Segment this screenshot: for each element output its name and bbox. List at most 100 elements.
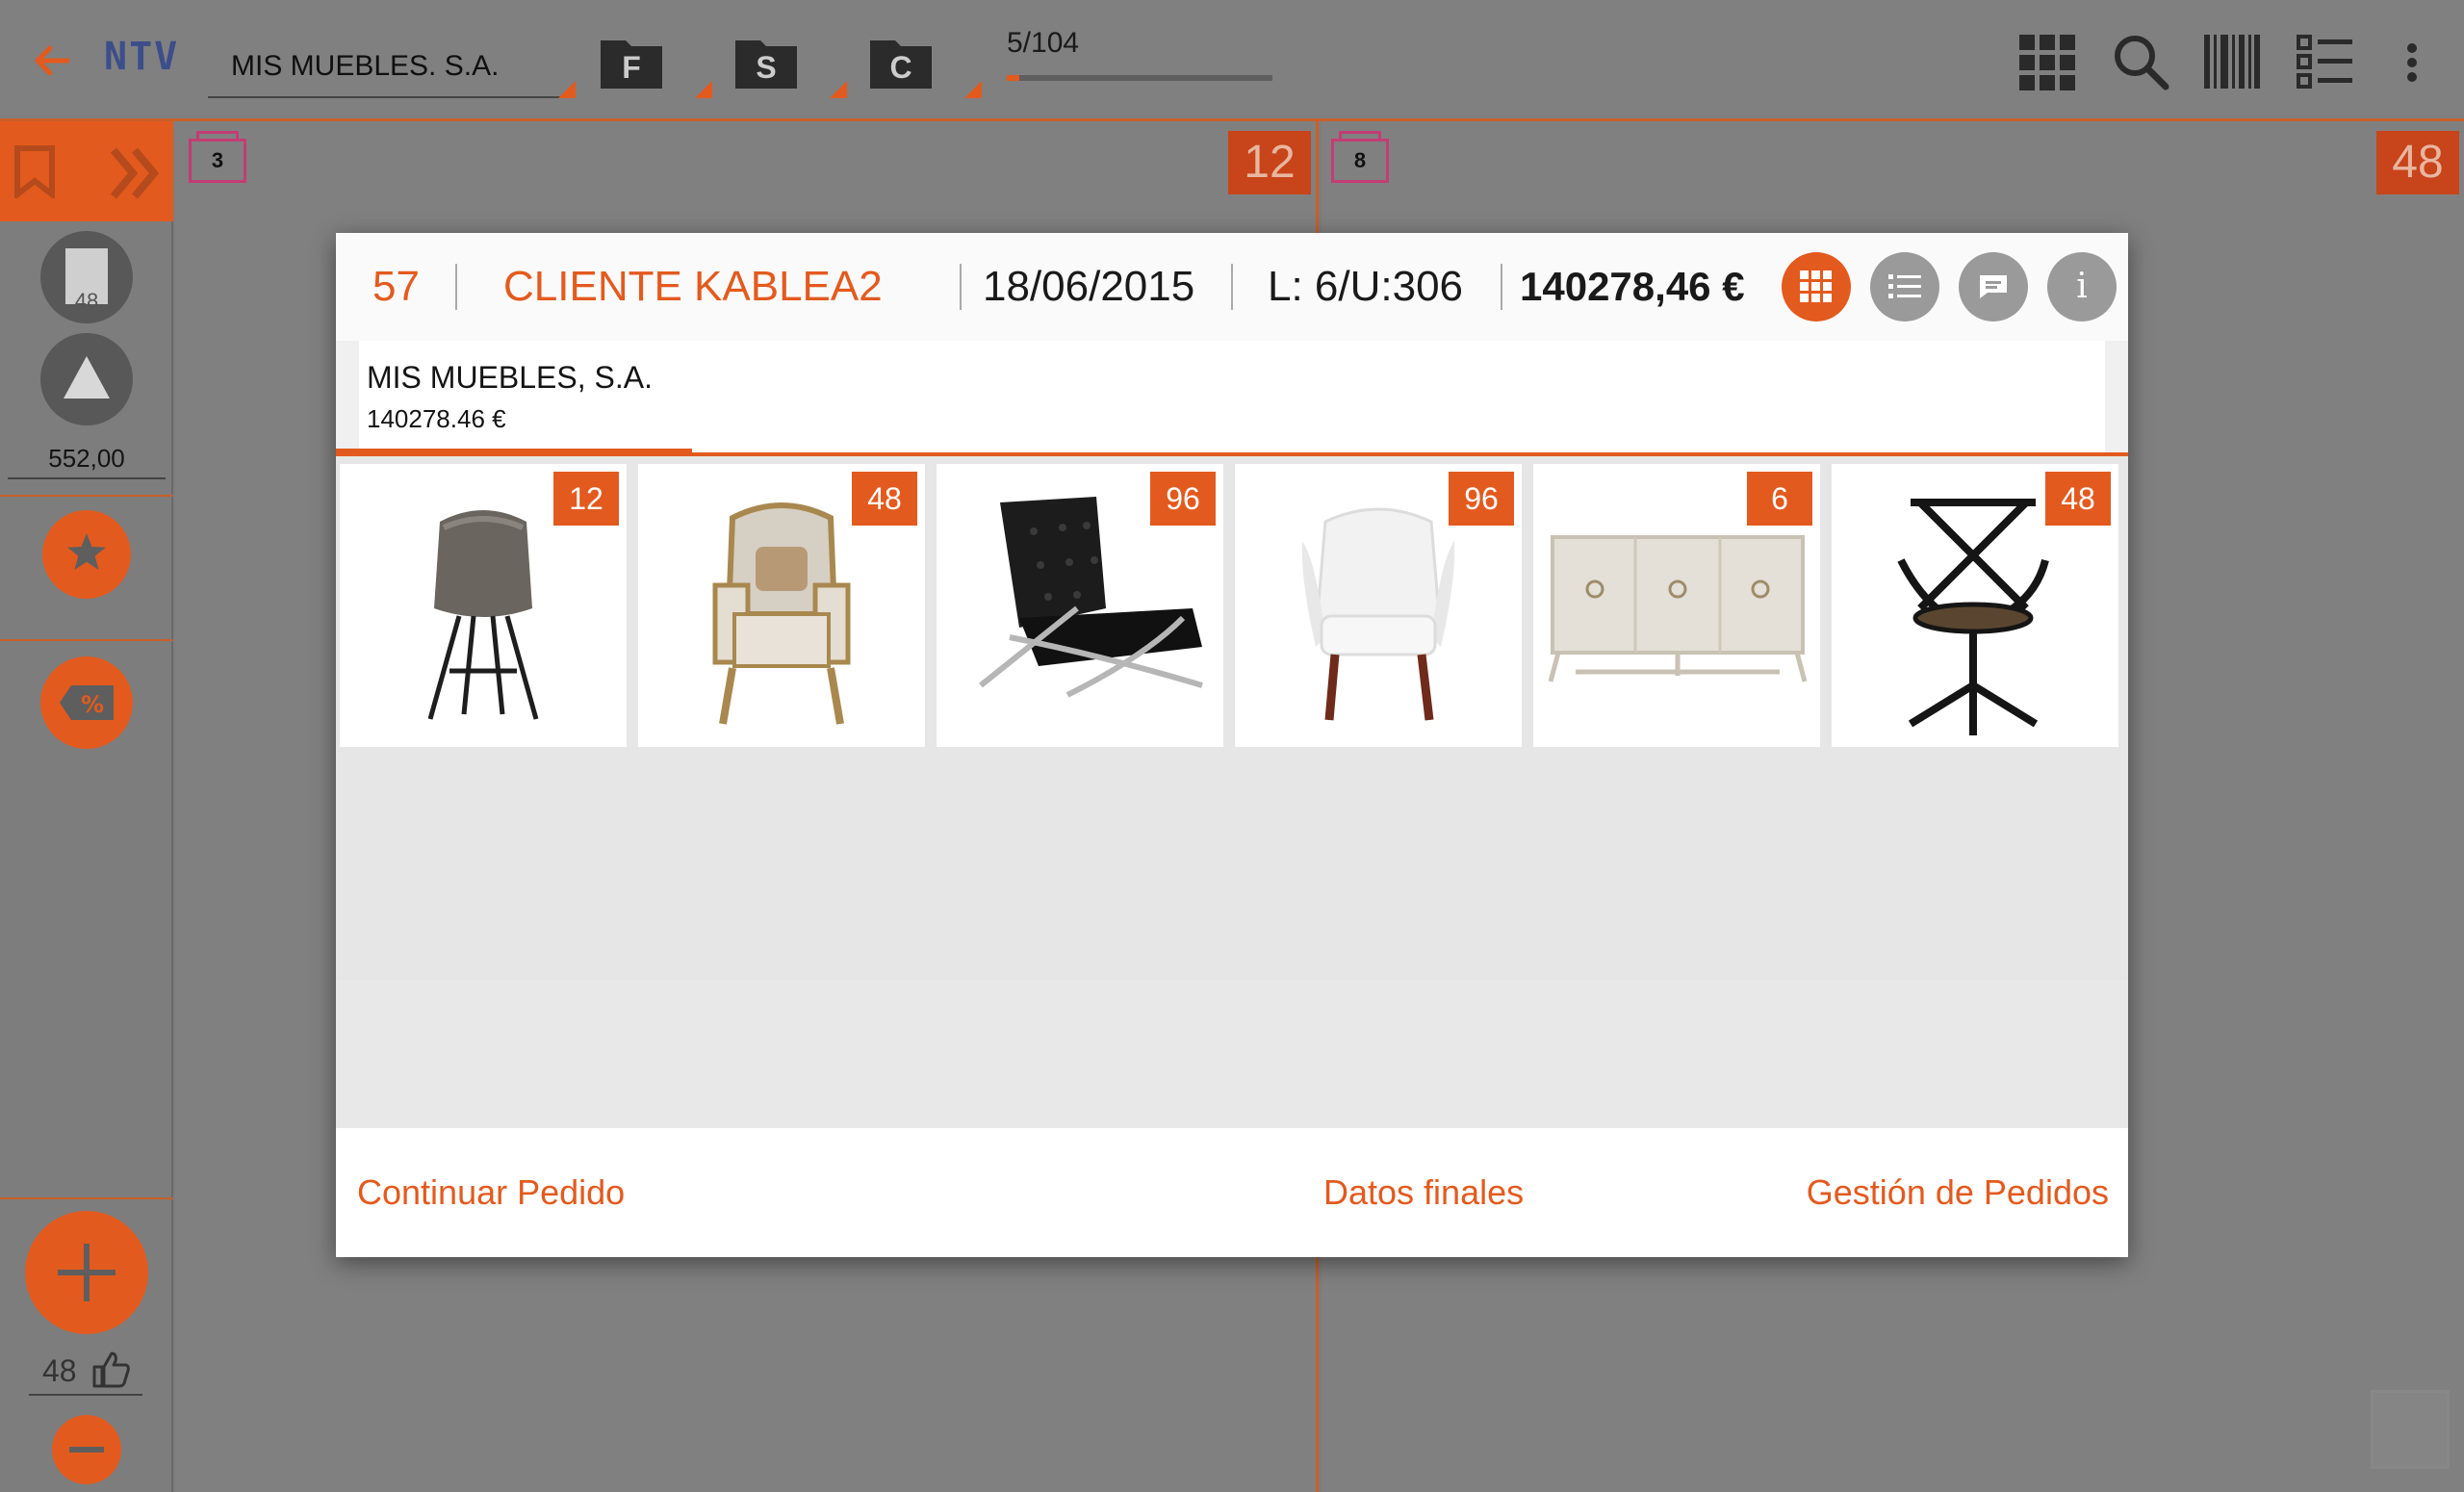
- armchair-image: [1301, 507, 1455, 721]
- divider: [1501, 264, 1502, 310]
- price-value: 552,00: [8, 439, 166, 479]
- order-summary-dialog: 57 CLIENTE KABLEA2 18/06/2015 L: 6/U:306…: [336, 233, 2128, 1257]
- notes-button[interactable]: [1959, 252, 2028, 322]
- product-thumbnail[interactable]: 6: [1533, 464, 1820, 747]
- divider: [0, 1197, 173, 1199]
- company-summary: MIS MUEBLES, S.A. 140278.46 €: [336, 341, 2128, 456]
- order-actions: Continuar Pedido Datos finales Gestión d…: [336, 1128, 2128, 1257]
- item-quantity-badge: 48: [2045, 472, 2111, 526]
- info-icon: i: [2076, 267, 2088, 306]
- order-lines-units: L: 6/U:306: [1268, 263, 1464, 310]
- folder-c-button[interactable]: C: [870, 37, 932, 89]
- liked-counter: 48: [29, 1346, 142, 1396]
- sideboard-image: [1548, 535, 1808, 682]
- item-quantity-badge: 48: [852, 472, 917, 526]
- discount-tag-icon: %: [60, 685, 114, 720]
- minus-icon: [69, 1447, 104, 1453]
- order-client: CLIENTE KABLEA2: [503, 263, 883, 310]
- page-quantity-badge: 48: [2376, 131, 2459, 194]
- folder-label: S: [756, 50, 777, 85]
- item-quantity-badge: 6: [1747, 472, 1812, 526]
- folder-f-button[interactable]: F: [601, 37, 662, 89]
- item-quantity-badge: 96: [1150, 472, 1216, 526]
- note-icon: [1980, 275, 2007, 298]
- liked-count: 48: [42, 1353, 77, 1388]
- item-quantity-badge: 96: [1449, 472, 1514, 526]
- right-scroll-handle[interactable]: [2105, 341, 2128, 452]
- top-toolbar: NTV MIS MUEBLES. S.A. F S C 5/104: [0, 0, 2464, 121]
- star-icon: [67, 533, 106, 570]
- product-thumbnail[interactable]: 96: [1235, 464, 1522, 747]
- list-icon: [1888, 274, 1921, 298]
- continue-order-button[interactable]: Continuar Pedido: [357, 1128, 625, 1257]
- divider: [0, 639, 173, 641]
- scroll-up-button[interactable]: [40, 333, 133, 425]
- order-number: 57: [372, 263, 420, 310]
- dropdown-corner-icon: [695, 81, 712, 98]
- folder-label: C: [889, 50, 912, 85]
- swivel-chair-image: [1897, 499, 2049, 735]
- product-thumbnail[interactable]: 48: [1832, 464, 2118, 747]
- discount-button[interactable]: %: [40, 656, 133, 749]
- page-progress-fill: [1007, 75, 1020, 81]
- client-select[interactable]: MIS MUEBLES. S.A.: [208, 44, 574, 98]
- left-scroll-handle[interactable]: [336, 341, 359, 452]
- dropdown-corner-icon: [558, 81, 576, 98]
- page-quantity-badge: 12: [1228, 131, 1311, 194]
- final-data-button[interactable]: Datos finales: [1323, 1128, 1524, 1257]
- page-tag-tab: [196, 131, 239, 139]
- thumbs-up-icon[interactable]: [90, 1350, 131, 1390]
- divider: [0, 495, 173, 497]
- order-header: 57 CLIENTE KABLEA2 18/06/2015 L: 6/U:306…: [336, 233, 2128, 341]
- grid-icon[interactable]: [2019, 35, 2075, 90]
- divider: [1231, 264, 1233, 310]
- divider: [455, 264, 457, 310]
- folder-s-button[interactable]: S: [735, 37, 797, 89]
- company-progress-bar: [336, 449, 692, 456]
- item-quantity-badge: 12: [553, 472, 619, 526]
- page-tag: 8: [1331, 139, 1389, 183]
- dropdown-corner-icon: [964, 81, 982, 98]
- order-date: 18/06/2015: [983, 263, 1195, 310]
- bookmark-icon[interactable]: [13, 144, 56, 198]
- back-arrow-icon[interactable]: [29, 37, 77, 85]
- page-progress-bar[interactable]: [1007, 75, 1272, 81]
- corner-overlay-button[interactable]: [2371, 1390, 2450, 1469]
- cart-button[interactable]: 48: [40, 231, 133, 323]
- product-thumbnail[interactable]: 96: [937, 464, 1223, 747]
- list-view-button[interactable]: [1870, 252, 1939, 322]
- grid-view-button[interactable]: [1782, 252, 1851, 322]
- svg-text:%: %: [81, 691, 104, 718]
- order-management-button[interactable]: Gestión de Pedidos: [1807, 1128, 2109, 1257]
- page-tag-tab: [1339, 131, 1381, 139]
- grid-icon: [1800, 270, 1832, 302]
- company-name: MIS MUEBLES, S.A.: [367, 360, 653, 395]
- product-thumbnail[interactable]: 12: [340, 464, 627, 747]
- info-button[interactable]: i: [2047, 252, 2117, 322]
- barcode-icon[interactable]: [2204, 35, 2260, 89]
- double-chevron-icon[interactable]: [110, 146, 164, 200]
- app-logo: NTV: [104, 35, 180, 79]
- dropdown-corner-icon: [830, 81, 847, 98]
- plus-icon: [58, 1244, 116, 1301]
- cart-count: 48: [74, 289, 99, 313]
- favorite-button[interactable]: [42, 510, 131, 599]
- subtract-quantity-button[interactable]: [52, 1415, 121, 1484]
- search-icon[interactable]: [2112, 33, 2169, 90]
- sidebar-header: [0, 121, 173, 221]
- company-total: 140278.46 €: [367, 404, 506, 433]
- folder-label: F: [622, 50, 641, 85]
- armchair-image: [712, 502, 851, 725]
- page-tag: 3: [189, 139, 246, 183]
- order-items-grid: 12 48 96 96 6 48: [336, 456, 2128, 980]
- product-thumbnail[interactable]: 48: [638, 464, 925, 747]
- add-quantity-button[interactable]: [25, 1211, 148, 1334]
- more-vert-icon[interactable]: [2406, 42, 2418, 83]
- order-total: 140278,46 €: [1520, 264, 1745, 309]
- list-icon[interactable]: [2297, 35, 2352, 89]
- chair-image: [427, 510, 539, 720]
- triangle-icon: [64, 356, 110, 399]
- divider: [960, 264, 962, 310]
- page-counter: 5/104: [1007, 27, 1080, 59]
- left-sidebar: 48 552,00 % 48: [0, 121, 173, 1492]
